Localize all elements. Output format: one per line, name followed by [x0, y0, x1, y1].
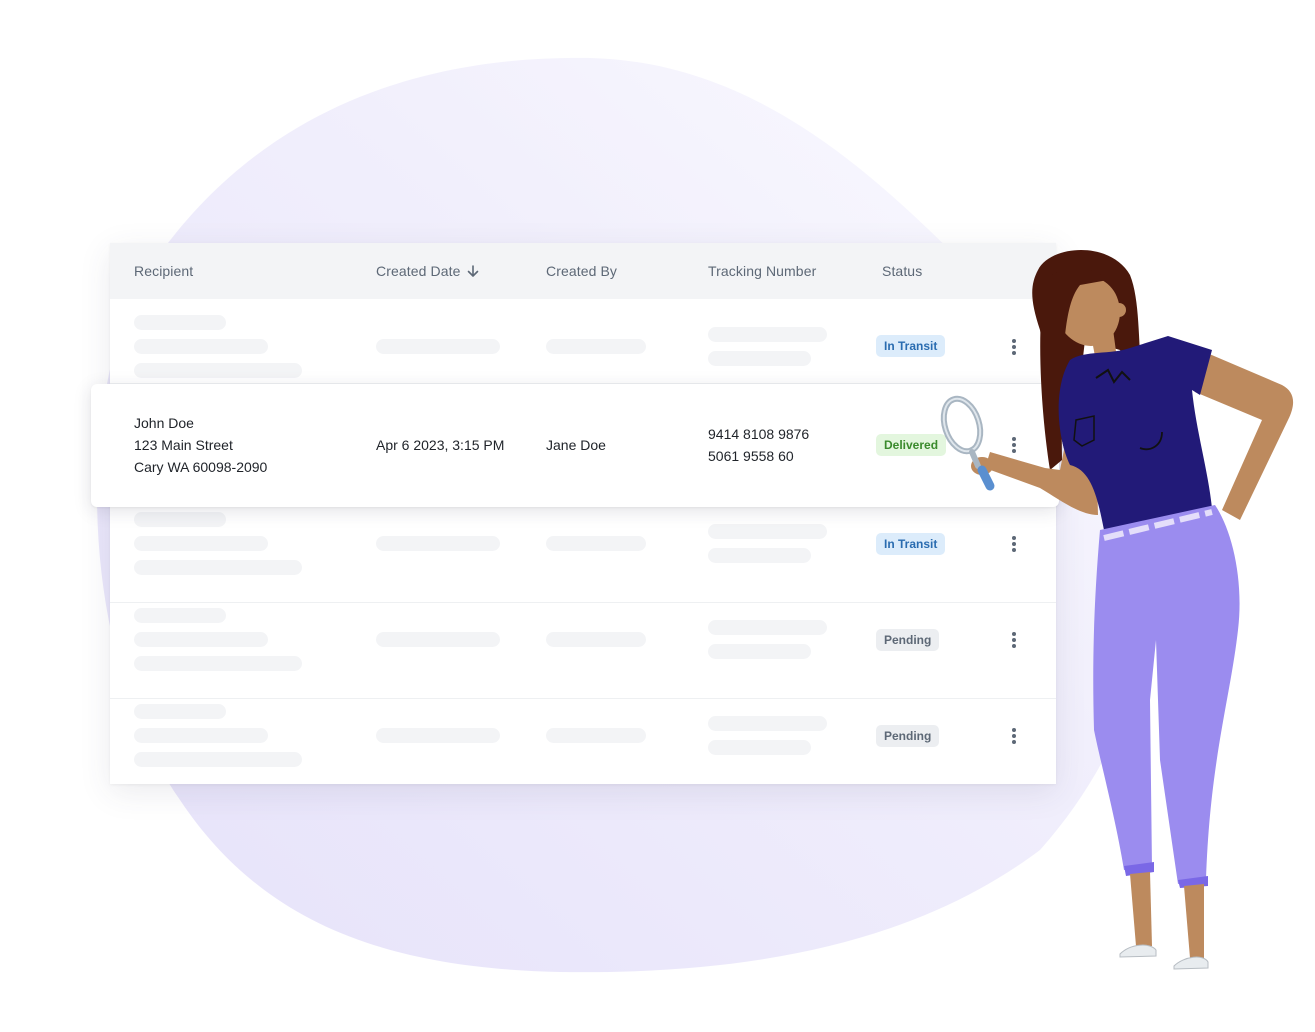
skeleton-line — [134, 656, 302, 671]
skeleton-line — [708, 327, 827, 342]
column-header-created-by[interactable]: Created By — [546, 263, 617, 279]
skeleton-line — [376, 632, 500, 647]
skeleton-line — [376, 536, 500, 551]
recipient-cell: John Doe 123 Main Street Cary WA 60098-2… — [134, 412, 267, 478]
skeleton-line — [708, 351, 811, 366]
skeleton-line — [134, 512, 226, 527]
skeleton-line — [134, 339, 268, 354]
table-row[interactable]: Pending — [110, 699, 1056, 784]
skeleton-line — [134, 752, 302, 767]
magnifying-glass-icon — [940, 395, 995, 491]
skeleton-line — [134, 632, 268, 647]
skeleton-line — [546, 632, 646, 647]
skeleton-line — [134, 560, 302, 575]
skeleton-line — [708, 548, 811, 563]
table-row-highlighted[interactable]: John Doe 123 Main Street Cary WA 60098-2… — [91, 384, 1059, 507]
skeleton-line — [708, 620, 827, 635]
table-row[interactable]: Pending — [110, 603, 1056, 699]
table-row[interactable]: In Transit — [110, 299, 1056, 384]
skeleton-line — [134, 536, 268, 551]
column-header-status[interactable]: Status — [882, 263, 922, 279]
skeleton-line — [708, 740, 811, 755]
skeleton-line — [376, 339, 500, 354]
skeleton-line — [134, 704, 226, 719]
column-header-recipient[interactable]: Recipient — [134, 263, 193, 279]
skeleton-line — [708, 524, 827, 539]
skeleton-line — [546, 536, 646, 551]
skeleton-line — [546, 339, 646, 354]
skeleton-line — [708, 716, 827, 731]
skeleton-line — [546, 728, 646, 743]
woman-illustration — [940, 250, 1294, 970]
arrow-down-icon — [468, 265, 479, 277]
column-header-tracking-number[interactable]: Tracking Number — [708, 263, 816, 279]
created-by-cell: Jane Doe — [546, 437, 606, 453]
skeleton-line — [134, 315, 226, 330]
skeleton-line — [376, 728, 500, 743]
shipments-table: Recipient Created Date Created By Tracki… — [110, 243, 1056, 784]
recipient-city: Cary WA 60098-2090 — [134, 459, 268, 475]
tracking-number-cell[interactable]: 9414 8108 9876 5061 9558 60 — [708, 423, 809, 467]
skeleton-line — [134, 728, 268, 743]
created-date-cell: Apr 6 2023, 3:15 PM — [376, 437, 505, 453]
table-header: Recipient Created Date Created By Tracki… — [110, 243, 1056, 299]
skeleton-line — [134, 363, 302, 378]
skeleton-line — [134, 608, 226, 623]
column-header-created-date[interactable]: Created Date — [376, 263, 480, 279]
skeleton-line — [708, 644, 811, 659]
recipient-name: John Doe — [134, 415, 194, 431]
recipient-street: 123 Main Street — [134, 437, 233, 453]
table-row[interactable]: In Transit — [110, 507, 1056, 603]
